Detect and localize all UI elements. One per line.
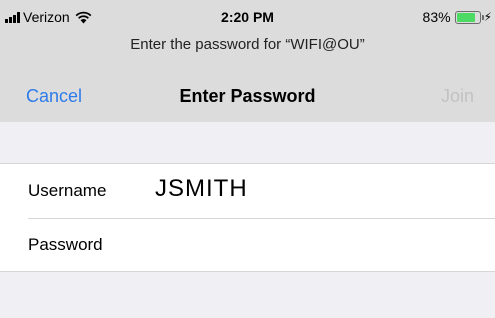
navigation-bar: Cancel Enter Password Join xyxy=(0,78,495,114)
status-bar: Verizon 2:20 PM 83% ⚡︎ xyxy=(0,0,495,32)
username-field[interactable]: JSMITH xyxy=(155,175,248,203)
page-title: Enter Password xyxy=(179,86,316,106)
join-button[interactable]: Join xyxy=(441,86,474,107)
credentials-form: Username JSMITH Password xyxy=(0,163,495,272)
username-label: Username xyxy=(28,181,107,200)
password-field[interactable] xyxy=(155,230,475,260)
header-area: Verizon 2:20 PM 83% ⚡︎ Enter the passwor… xyxy=(0,0,495,122)
status-right: 83% ⚡︎ xyxy=(423,9,492,25)
battery-icon xyxy=(454,10,484,24)
battery-cap xyxy=(481,14,484,20)
battery-level-fill xyxy=(456,12,475,22)
status-time: 2:20 PM xyxy=(221,9,274,25)
password-row[interactable]: Password xyxy=(0,218,495,272)
password-prompt: Enter the password for “WIFI@OU” xyxy=(130,36,365,53)
charging-icon: ⚡︎ xyxy=(483,10,492,24)
battery-percent: 83% xyxy=(422,9,451,25)
password-label: Password xyxy=(28,235,103,254)
username-row[interactable]: Username JSMITH xyxy=(0,164,495,218)
